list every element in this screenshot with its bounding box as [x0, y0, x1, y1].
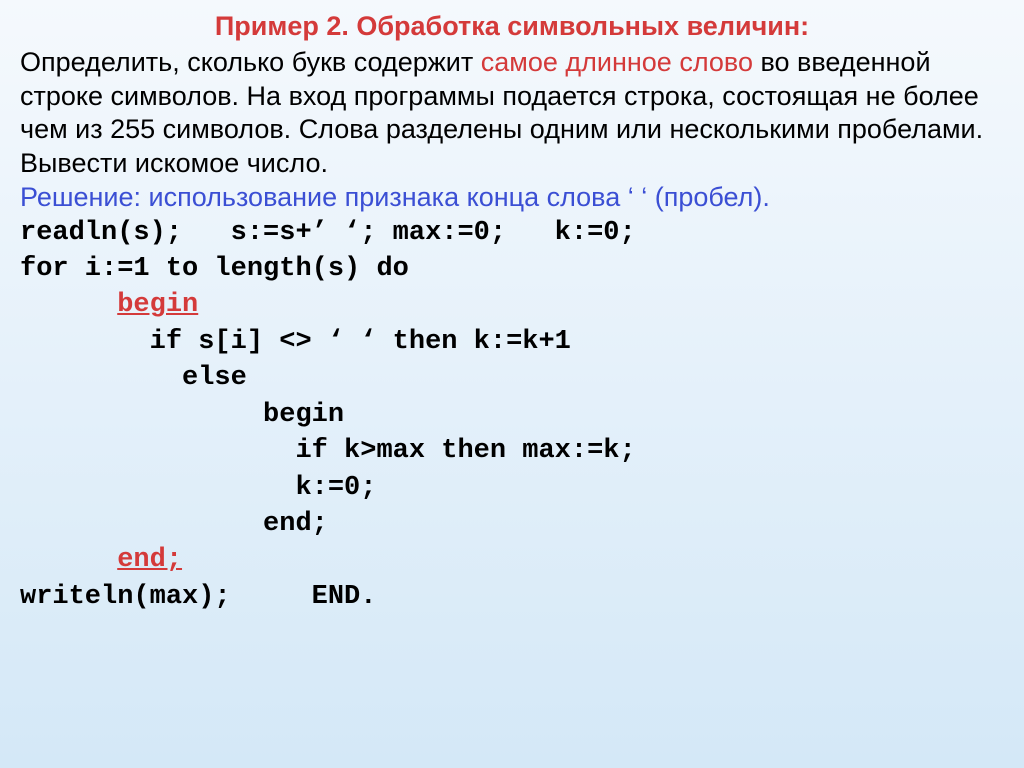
code-line-5: else [20, 363, 247, 393]
code-keyword-end: end; [117, 545, 182, 575]
problem-text: Определить, сколько букв содержит самое … [20, 46, 1004, 181]
problem-highlight: самое длинное слово [481, 47, 753, 77]
code-line-10-pad [20, 545, 117, 575]
code-line-4: if s[i] <> ‘ ‘ then k:=k+1 [20, 327, 571, 357]
code-line-2: for i:=1 to length(s) do [20, 254, 409, 284]
code-line-11: writeln(max); END. [20, 582, 376, 612]
code-line-7: if k>max then max:=k; [20, 436, 636, 466]
code-line-8: k:=0; [20, 473, 376, 503]
solution-hint: Решение: использование признака конца сл… [20, 181, 1004, 215]
code-block: readln(s); s:=s+’ ‘; max:=0; k:=0; for i… [20, 215, 1004, 616]
code-keyword-begin: begin [117, 290, 198, 320]
code-line-1: readln(s); s:=s+’ ‘; max:=0; k:=0; [20, 218, 636, 248]
slide-content: Пример 2. Обработка символьных величин: … [0, 0, 1024, 625]
problem-part-a: Определить, сколько букв содержит [20, 47, 481, 77]
code-line-3-pad [20, 290, 117, 320]
code-line-9: end; [20, 509, 328, 539]
code-line-6: begin [20, 400, 344, 430]
slide-title: Пример 2. Обработка символьных величин: [20, 10, 1004, 44]
